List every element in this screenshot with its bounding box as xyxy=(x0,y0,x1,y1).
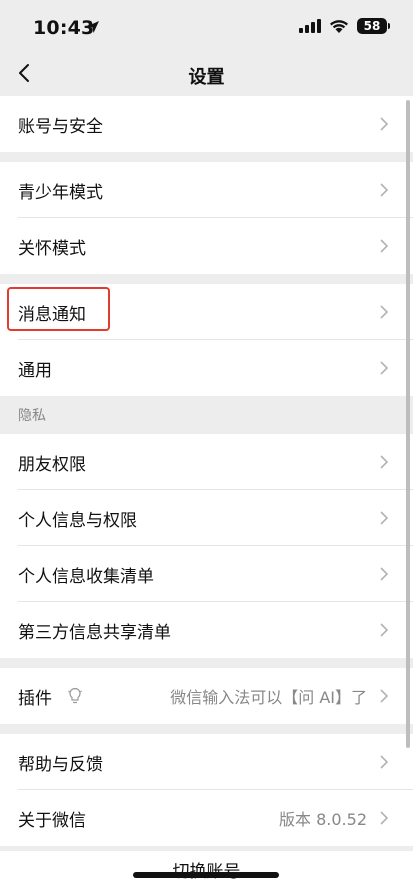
group-privacy: 朋友权限 个人信息与权限 个人信息收集清单 第三方信息共享清单 xyxy=(0,434,413,658)
row-label: 个人信息与权限 xyxy=(18,510,137,531)
row-general[interactable]: 通用 xyxy=(0,340,413,396)
chevron-right-icon xyxy=(380,511,389,525)
highlight-box xyxy=(7,287,110,331)
row-label: 账号与安全 xyxy=(18,116,103,137)
settings-list: 账号与安全 青少年模式 关怀模式 消息通知 通用 隐私 朋友权限 个人信息与权限… xyxy=(0,96,413,846)
row-personal-info-permissions[interactable]: 个人信息与权限 xyxy=(0,490,413,546)
location-arrow-icon xyxy=(87,21,99,33)
battery-indicator: 58 xyxy=(357,18,390,34)
chevron-right-icon xyxy=(380,239,389,253)
row-label: 通用 xyxy=(18,360,52,381)
group-modes: 青少年模式 关怀模式 xyxy=(0,162,413,274)
switch-account-label: 切换账号 xyxy=(173,857,241,884)
wifi-icon xyxy=(330,19,348,33)
section-gap xyxy=(0,152,413,162)
group-account: 账号与安全 xyxy=(0,96,413,152)
group-plugins: 插件 微信输入法可以【问 AI】了 xyxy=(0,668,413,724)
row-label: 关怀模式 xyxy=(18,238,86,259)
chevron-right-icon xyxy=(380,755,389,769)
signal-icon xyxy=(299,19,321,33)
row-label: 插件 xyxy=(18,688,52,709)
row-label: 第三方信息共享清单 xyxy=(18,622,171,643)
row-label: 青少年模式 xyxy=(18,182,103,203)
row-plugins[interactable]: 插件 微信输入法可以【问 AI】了 xyxy=(0,668,413,724)
privacy-section-header: 隐私 xyxy=(0,396,413,434)
chevron-right-icon xyxy=(380,361,389,375)
chevron-right-icon xyxy=(380,183,389,197)
row-label: 个人信息收集清单 xyxy=(18,566,154,587)
row-care-mode[interactable]: 关怀模式 xyxy=(0,218,413,274)
row-third-party-sharing-list[interactable]: 第三方信息共享清单 xyxy=(0,602,413,658)
row-account-security[interactable]: 账号与安全 xyxy=(0,96,413,152)
chevron-right-icon xyxy=(380,305,389,319)
chevron-right-icon xyxy=(380,623,389,637)
row-value: 微信输入法可以【问 AI】了 xyxy=(170,688,367,707)
chevron-right-icon xyxy=(380,117,389,131)
switch-account-button[interactable]: 切换账号 xyxy=(0,851,413,884)
lightbulb-icon xyxy=(68,687,82,704)
section-gap xyxy=(0,724,413,734)
section-gap xyxy=(0,658,413,668)
row-help-feedback[interactable]: 帮助与反馈 xyxy=(0,734,413,790)
status-bar: 10:43 58 xyxy=(0,0,413,50)
chevron-right-icon xyxy=(380,811,389,825)
row-label: 帮助与反馈 xyxy=(18,754,103,775)
row-info-collection-list[interactable]: 个人信息收集清单 xyxy=(0,546,413,602)
status-icons: 58 xyxy=(299,18,390,34)
chevron-right-icon xyxy=(380,567,389,581)
row-label: 关于微信 xyxy=(18,810,86,831)
section-gap xyxy=(0,274,413,284)
page-title: 设置 xyxy=(188,67,225,88)
version-value: 版本 8.0.52 xyxy=(279,810,367,829)
navigation-bar: 设置 xyxy=(0,50,413,96)
home-indicator[interactable] xyxy=(133,872,279,878)
chevron-right-icon xyxy=(380,689,389,703)
row-friend-permissions[interactable]: 朋友权限 xyxy=(0,434,413,490)
group-help-about: 帮助与反馈 关于微信 版本 8.0.52 xyxy=(0,734,413,846)
row-about-wechat[interactable]: 关于微信 版本 8.0.52 xyxy=(0,790,413,846)
row-youth-mode[interactable]: 青少年模式 xyxy=(0,162,413,218)
battery-level: 58 xyxy=(363,19,381,33)
chevron-right-icon xyxy=(380,455,389,469)
row-label: 朋友权限 xyxy=(18,454,86,475)
scrollbar[interactable] xyxy=(406,100,410,748)
